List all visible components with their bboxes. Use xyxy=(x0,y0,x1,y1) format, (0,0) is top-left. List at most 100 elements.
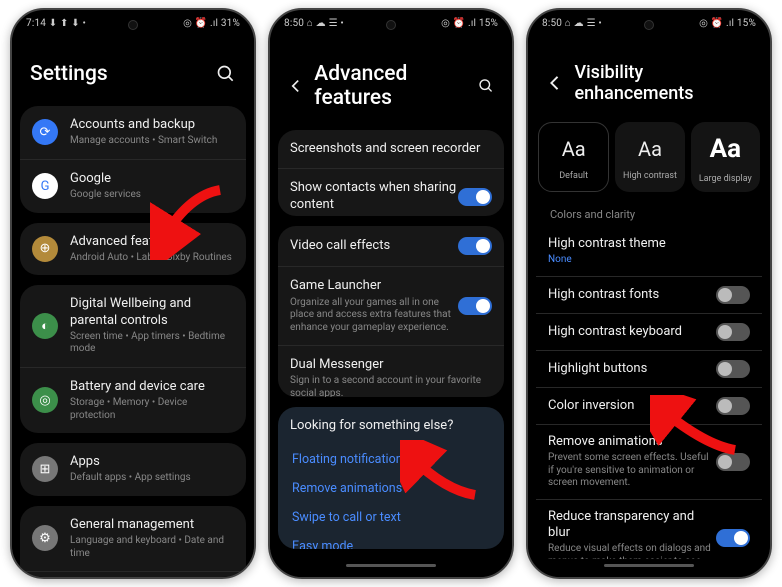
back-icon[interactable] xyxy=(288,76,304,96)
row-title: High contrast fonts xyxy=(548,287,716,303)
row-title: Video call effects xyxy=(290,238,458,254)
nav-handle[interactable] xyxy=(346,564,436,567)
settings-row[interactable]: Reduce transparency and blurReduce visua… xyxy=(536,499,762,560)
display-mode-option[interactable]: Aa High contrast xyxy=(615,122,684,192)
row-title: Remove animations xyxy=(548,434,716,450)
settings-row[interactable]: Dual Messenger Sign in to a second accoun… xyxy=(278,345,504,397)
looking-for-label: Looking for something else? xyxy=(290,418,492,434)
status-right: ◎ ⏰ .ıl 15% xyxy=(441,18,498,29)
settings-row[interactable]: Game Launcher Organize all your games all… xyxy=(278,266,504,345)
settings-row[interactable]: Video call effects xyxy=(278,226,504,266)
search-icon[interactable] xyxy=(216,64,236,84)
row-title: General management xyxy=(70,517,234,533)
status-right: ◎ ⏰ .ıl 31% xyxy=(183,18,240,29)
row-sub: Screen time • App timers • Bedtime mode xyxy=(70,331,234,356)
settings-row[interactable]: ◉ Accessibility TalkBack • Mono audio • … xyxy=(20,571,246,577)
nav-handle[interactable] xyxy=(604,564,694,567)
toggle[interactable] xyxy=(716,360,750,378)
row-sub: Language and keyboard • Date and time xyxy=(70,535,234,560)
search-icon[interactable] xyxy=(478,76,494,96)
settings-row[interactable]: Highlight buttons xyxy=(536,350,762,387)
aa-sample: Aa xyxy=(562,137,586,161)
row-sub: Manage accounts • Smart Switch xyxy=(70,135,234,148)
settings-row[interactable]: Screenshots and screen recorder xyxy=(278,130,504,168)
toggle[interactable] xyxy=(458,297,492,315)
settings-row[interactable]: High contrast themeNone xyxy=(536,227,762,276)
camera-notch xyxy=(644,20,654,30)
aa-sample: Aa xyxy=(710,134,741,164)
suggestion-link[interactable]: Floating notifications xyxy=(278,445,504,474)
settings-row[interactable]: ◐ Digital Wellbeing and parental control… xyxy=(20,285,246,367)
row-title: Game Launcher xyxy=(290,278,458,294)
page-title: Advanced features xyxy=(314,62,457,110)
option-label: Default xyxy=(559,171,588,181)
settings-row[interactable]: Color inversion xyxy=(536,387,762,424)
row-title: Dual Messenger xyxy=(290,357,492,373)
row-sub: Reduce visual effects on dialogs and men… xyxy=(548,543,716,559)
row-sub: Default apps • App settings xyxy=(70,472,234,485)
camera-notch xyxy=(386,20,396,30)
toggle[interactable] xyxy=(716,323,750,341)
row-title: High contrast keyboard xyxy=(548,324,716,340)
display-mode-option[interactable]: Aa Default xyxy=(538,122,609,192)
row-icon: G xyxy=(32,173,58,199)
phone-visibility: 8:50 ⌂ ☁ ☰ • ◎ ⏰ .ıl 15% Visibility enha… xyxy=(526,8,772,579)
row-sub: Storage • Memory • Device protection xyxy=(70,397,234,422)
settings-row[interactable]: Remove animations Prevent some screen eff… xyxy=(536,424,762,499)
row-icon: ◎ xyxy=(32,387,58,413)
phone-advanced-features: 8:50 ⌂ ☁ ☰ • ◎ ⏰ .ıl 15% Advanced featur… xyxy=(268,8,514,579)
row-title: Reduce transparency and blur xyxy=(548,509,716,542)
row-title: Screenshots and screen recorder xyxy=(290,141,492,157)
suggestion-link[interactable]: Easy mode xyxy=(278,532,504,549)
settings-row[interactable]: ◎ Battery and device care Storage • Memo… xyxy=(20,367,246,433)
row-icon: ◐ xyxy=(32,313,58,339)
settings-row[interactable]: Show contacts when sharing content xyxy=(278,168,504,216)
option-label: High contrast xyxy=(623,171,677,181)
row-title: Accounts and backup xyxy=(70,117,234,133)
settings-row[interactable]: High contrast keyboard xyxy=(536,313,762,350)
option-label: Large display xyxy=(699,174,752,184)
row-title: Advanced features xyxy=(70,234,234,250)
row-sub: Organize all your games all in one place… xyxy=(290,297,458,335)
status-left: 7:14 ⬇ ⬆ ⬇ • xyxy=(26,18,86,29)
settings-row[interactable]: ⟳ Accounts and backup Manage accounts • … xyxy=(20,106,246,159)
status-left: 8:50 ⌂ ☁ ☰ • xyxy=(284,18,344,29)
row-icon: ⊕ xyxy=(32,236,58,262)
row-title: Show contacts when sharing content xyxy=(290,180,458,213)
row-sub: Prevent some screen effects. Useful if y… xyxy=(548,452,716,490)
toggle[interactable] xyxy=(458,188,492,206)
settings-row[interactable]: High contrast fonts xyxy=(536,276,762,313)
status-right: ◎ ⏰ .ıl 15% xyxy=(699,18,756,29)
row-title: Battery and device care xyxy=(70,379,234,395)
row-sub: Google services xyxy=(70,189,234,202)
suggestion-link[interactable]: Remove animations xyxy=(278,474,504,503)
status-left: 8:50 ⌂ ☁ ☰ • xyxy=(542,18,602,29)
toggle[interactable] xyxy=(716,397,750,415)
row-title: Color inversion xyxy=(548,398,716,414)
row-title: Google xyxy=(70,171,234,187)
toggle[interactable] xyxy=(458,237,492,255)
row-sub: Android Auto • Labs • Bixby Routines xyxy=(70,252,234,265)
phone-settings: 7:14 ⬇ ⬆ ⬇ • ◎ ⏰ .ıl 31% Settings ⟳ Acco… xyxy=(10,8,256,579)
toggle[interactable] xyxy=(716,529,750,547)
page-title: Visibility enhancements xyxy=(574,62,752,104)
section-label: Colors and clarity xyxy=(536,200,762,227)
row-icon: ⚙ xyxy=(32,525,58,551)
back-icon[interactable] xyxy=(546,73,564,93)
settings-row[interactable]: ⊕ Advanced features Android Auto • Labs … xyxy=(20,223,246,276)
settings-row[interactable]: ⊞ Apps Default apps • App settings xyxy=(20,443,246,496)
row-icon: ⟳ xyxy=(32,119,58,145)
aa-sample: Aa xyxy=(638,137,662,161)
row-title: Apps xyxy=(70,454,234,470)
settings-row[interactable]: ⚙ General management Language and keyboa… xyxy=(20,506,246,571)
row-title: Highlight buttons xyxy=(548,361,716,377)
row-icon: ⊞ xyxy=(32,456,58,482)
row-sub: Sign in to a second account in your favo… xyxy=(290,375,492,397)
row-title: High contrast theme xyxy=(548,236,750,252)
settings-row[interactable]: G Google Google services xyxy=(20,159,246,213)
toggle[interactable] xyxy=(716,453,750,471)
suggestion-link[interactable]: Swipe to call or text xyxy=(278,503,504,532)
display-mode-option[interactable]: Aa Large display xyxy=(691,122,760,192)
row-title: Digital Wellbeing and parental controls xyxy=(70,296,234,329)
toggle[interactable] xyxy=(716,286,750,304)
